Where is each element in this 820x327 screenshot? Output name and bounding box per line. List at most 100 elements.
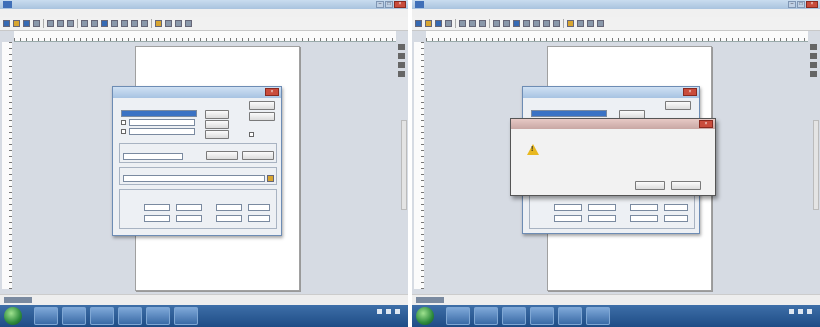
taskbar-app-button[interactable] xyxy=(174,307,198,325)
folder-icon[interactable] xyxy=(267,175,274,182)
ok-button[interactable] xyxy=(665,101,691,110)
start-button[interactable] xyxy=(4,307,22,325)
option-checkbox[interactable] xyxy=(249,132,254,137)
mapping-field[interactable] xyxy=(630,204,658,211)
cut-icon[interactable] xyxy=(47,20,54,27)
tool-icon[interactable] xyxy=(597,20,604,27)
close-icon[interactable]: × xyxy=(806,1,818,8)
volume-icon[interactable] xyxy=(798,309,803,314)
tool-icon[interactable] xyxy=(398,62,405,68)
taskbar-app-button[interactable] xyxy=(502,307,526,325)
zoom-icon[interactable] xyxy=(101,20,108,27)
copy-icon[interactable] xyxy=(57,20,64,27)
mapping-field[interactable] xyxy=(588,204,616,211)
copy-icon[interactable] xyxy=(469,20,476,27)
mapping-field[interactable] xyxy=(664,215,688,222)
new-file-icon[interactable] xyxy=(3,20,10,27)
mapping-field[interactable] xyxy=(144,204,170,211)
ok-button[interactable] xyxy=(249,101,275,110)
taskbar-app-button[interactable] xyxy=(530,307,554,325)
tool-icon[interactable] xyxy=(398,71,405,77)
mapping-field[interactable] xyxy=(554,204,582,211)
minimize-icon[interactable]: – xyxy=(788,1,796,8)
mapping-field[interactable] xyxy=(216,215,242,222)
vertical-scrollbar[interactable] xyxy=(401,120,407,210)
tool-icon[interactable] xyxy=(810,71,817,77)
dialog-button[interactable] xyxy=(205,120,229,129)
ok-button[interactable] xyxy=(635,181,665,190)
minimize-icon[interactable]: – xyxy=(376,1,384,8)
tool-icon[interactable] xyxy=(165,20,172,27)
taskbar-app-button[interactable] xyxy=(62,307,86,325)
redo-icon[interactable] xyxy=(503,20,510,27)
dialog-button[interactable] xyxy=(205,130,229,139)
option-field[interactable] xyxy=(123,153,183,160)
undo-icon[interactable] xyxy=(493,20,500,27)
dialog-button[interactable] xyxy=(206,151,238,160)
flag-icon[interactable] xyxy=(807,309,812,314)
tool-icon[interactable] xyxy=(398,44,405,50)
taskbar-app-button[interactable] xyxy=(34,307,58,325)
cancel-button[interactable] xyxy=(249,112,275,121)
tool-icon[interactable] xyxy=(810,53,817,59)
close-icon[interactable]: × xyxy=(394,1,406,8)
tool-icon[interactable] xyxy=(810,44,817,50)
option-field[interactable] xyxy=(129,119,195,126)
save-icon[interactable] xyxy=(23,20,30,27)
tool-icon[interactable] xyxy=(553,20,560,27)
tool-icon[interactable] xyxy=(523,20,530,27)
mapping-field[interactable] xyxy=(554,215,582,222)
tool-icon[interactable] xyxy=(577,20,584,27)
paste-icon[interactable] xyxy=(479,20,486,27)
tool-icon[interactable] xyxy=(587,20,594,27)
option-checkbox[interactable] xyxy=(121,129,126,134)
redo-icon[interactable] xyxy=(91,20,98,27)
tool-icon[interactable] xyxy=(533,20,540,27)
taskbar-app-button[interactable] xyxy=(90,307,114,325)
mapping-field[interactable] xyxy=(176,204,202,211)
cut-icon[interactable] xyxy=(459,20,466,27)
volume-icon[interactable] xyxy=(386,309,391,314)
source-field[interactable] xyxy=(121,110,197,117)
mapping-field[interactable] xyxy=(664,204,688,211)
zoom-icon[interactable] xyxy=(513,20,520,27)
network-icon[interactable] xyxy=(377,309,382,314)
tool-icon[interactable] xyxy=(141,20,148,27)
file-path-field[interactable] xyxy=(123,175,265,182)
paste-icon[interactable] xyxy=(67,20,74,27)
undo-icon[interactable] xyxy=(81,20,88,27)
mapping-field[interactable] xyxy=(630,215,658,222)
mapping-field[interactable] xyxy=(248,215,270,222)
tool-icon[interactable] xyxy=(810,62,817,68)
new-file-icon[interactable] xyxy=(415,20,422,27)
tool-icon[interactable] xyxy=(398,53,405,59)
maximize-icon[interactable]: □ xyxy=(385,1,393,8)
taskbar-app-button[interactable] xyxy=(446,307,470,325)
tool-icon[interactable] xyxy=(185,20,192,27)
tool-icon[interactable] xyxy=(121,20,128,27)
print-icon[interactable] xyxy=(445,20,452,27)
mapping-field[interactable] xyxy=(216,204,242,211)
mapping-field[interactable] xyxy=(144,215,170,222)
open-folder-icon[interactable] xyxy=(13,20,20,27)
start-button[interactable] xyxy=(416,307,434,325)
tool-icon[interactable] xyxy=(111,20,118,27)
source-field[interactable] xyxy=(531,110,607,117)
text-icon[interactable] xyxy=(567,20,574,27)
option-field[interactable] xyxy=(129,128,195,135)
vertical-scrollbar[interactable] xyxy=(813,120,819,210)
mapping-field[interactable] xyxy=(248,204,270,211)
network-icon[interactable] xyxy=(789,309,794,314)
print-icon[interactable] xyxy=(33,20,40,27)
taskbar-app-button[interactable] xyxy=(146,307,170,325)
tool-icon[interactable] xyxy=(543,20,550,27)
mapping-field[interactable] xyxy=(588,215,616,222)
close-icon[interactable]: × xyxy=(699,120,713,128)
taskbar-app-button[interactable] xyxy=(558,307,582,325)
close-icon[interactable]: × xyxy=(683,88,697,96)
mapping-field[interactable] xyxy=(176,215,202,222)
save-icon[interactable] xyxy=(435,20,442,27)
maximize-icon[interactable]: □ xyxy=(797,1,805,8)
text-icon[interactable] xyxy=(155,20,162,27)
tool-icon[interactable] xyxy=(131,20,138,27)
